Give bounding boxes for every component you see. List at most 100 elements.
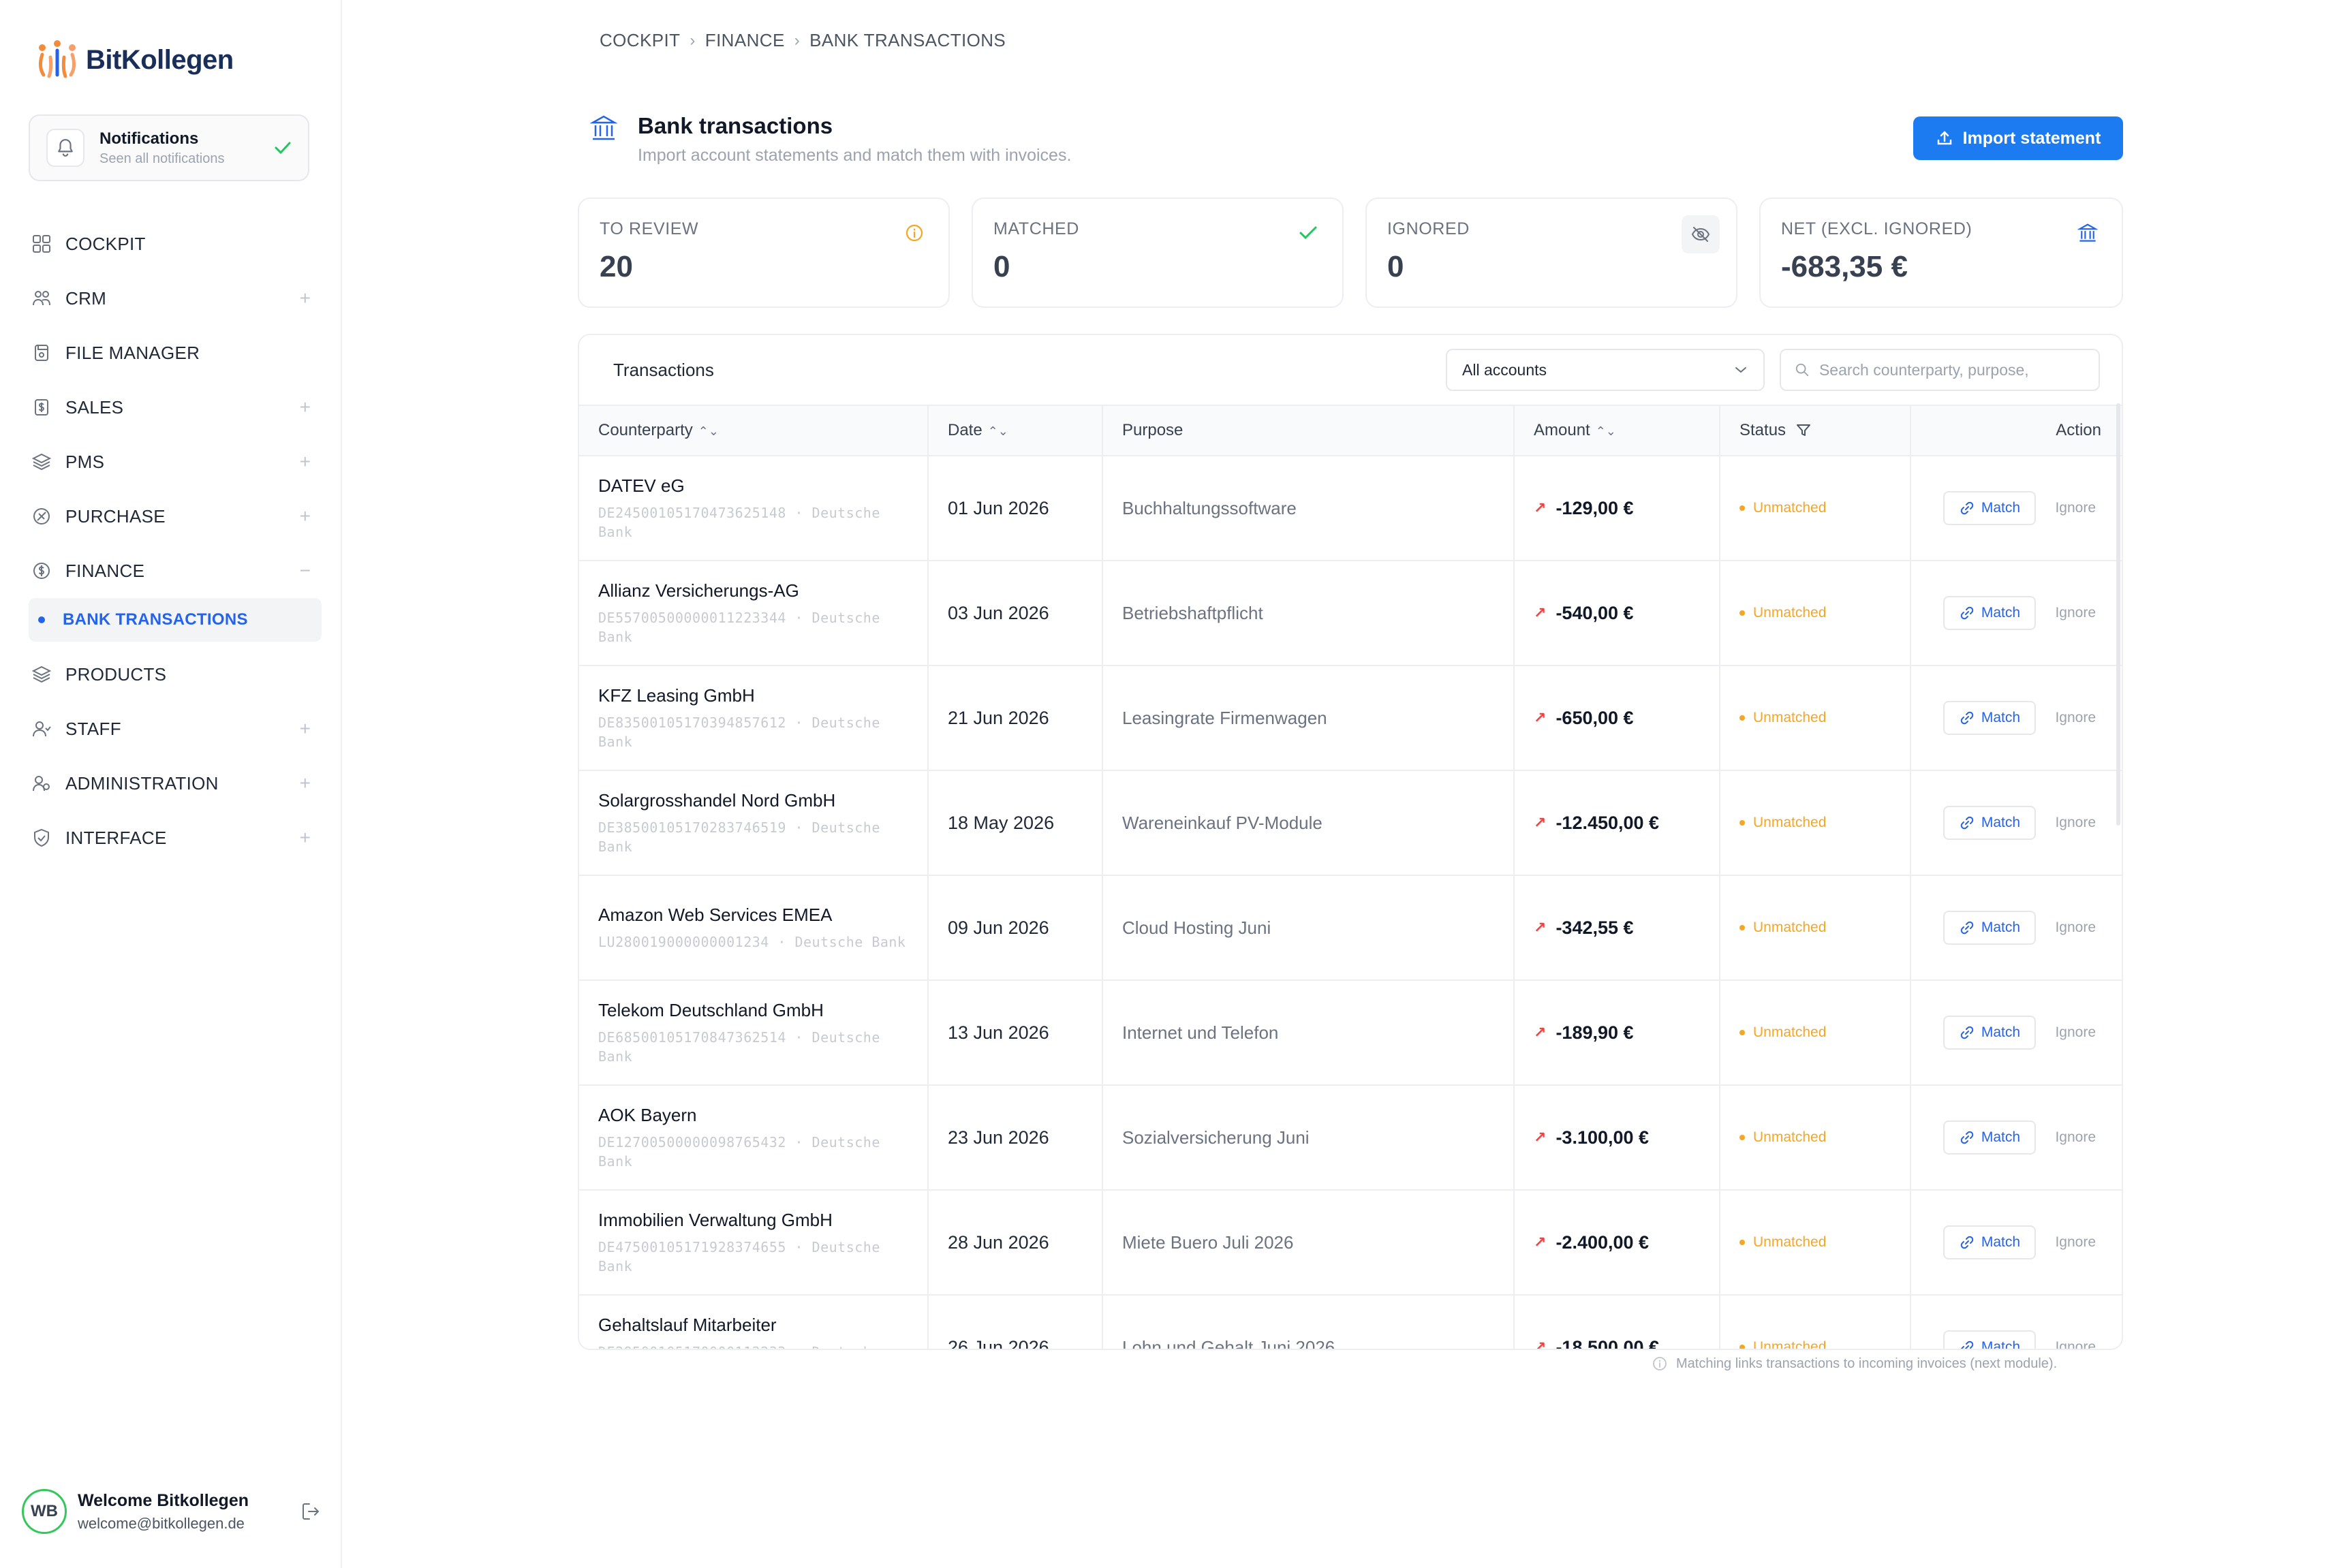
logout-icon[interactable] xyxy=(300,1501,322,1522)
brand-logo[interactable]: BitKollegen xyxy=(35,40,234,80)
table-row[interactable]: Solargrosshandel Nord GmbH DE38500105170… xyxy=(579,770,2122,875)
cell-status: Unmatched xyxy=(1720,1085,1911,1190)
ignore-button[interactable]: Ignore xyxy=(2055,710,2096,726)
cell-date: 23 Jun 2026 xyxy=(928,1085,1103,1190)
table-row[interactable]: Telekom Deutschland GmbH DE6850010517084… xyxy=(579,980,2122,1085)
account-filter-select[interactable]: All accounts xyxy=(1446,349,1765,391)
table-row[interactable]: DATEV eG DE24500105170473625148 · Deutsc… xyxy=(579,456,2122,561)
sidebar-item-administration[interactable]: ADMINISTRATION + xyxy=(29,756,322,811)
link-icon xyxy=(1960,921,1974,935)
ignore-button[interactable]: Ignore xyxy=(2055,1129,2096,1146)
sidebar-item-file-manager[interactable]: FILE MANAGER xyxy=(29,326,322,380)
ignore-button[interactable]: Ignore xyxy=(2055,605,2096,621)
expand-icon[interactable]: + xyxy=(296,287,315,309)
cell-amount: ↗ -540,00 € xyxy=(1514,561,1720,665)
table-row[interactable]: Amazon Web Services EMEA LU2800190000000… xyxy=(579,875,2122,980)
counterparty-iban: DE38500105170283746519 · Deutsche Bank xyxy=(598,819,880,855)
cell-status: Unmatched xyxy=(1720,561,1911,665)
eye-off-icon xyxy=(1682,215,1720,253)
table-scrollbar[interactable] xyxy=(2116,403,2120,826)
grid-icon xyxy=(33,235,50,253)
expand-icon[interactable]: + xyxy=(296,827,315,849)
cell-date: 13 Jun 2026 xyxy=(928,980,1103,1085)
stack-icon xyxy=(31,665,52,683)
ignore-button[interactable]: Ignore xyxy=(2055,1339,2096,1349)
arrow-up-right-icon: ↗ xyxy=(1534,919,1547,936)
sidebar-item-products[interactable]: PRODUCTS xyxy=(29,647,322,702)
status-badge: Unmatched xyxy=(1739,1234,1891,1251)
cell-amount: ↗ -3.100,00 € xyxy=(1514,1085,1720,1190)
cell-status: Unmatched xyxy=(1720,770,1911,875)
column-counterparty[interactable]: Counterparty ⌃⌄ xyxy=(579,405,929,456)
avatar[interactable]: WB xyxy=(22,1489,67,1534)
match-button[interactable]: Match xyxy=(1943,806,2037,840)
column-date[interactable]: Date ⌃⌄ xyxy=(928,405,1103,456)
breadcrumb-finance[interactable]: FINANCE xyxy=(705,30,785,51)
table-row[interactable]: Immobilien Verwaltung GmbH DE47500105171… xyxy=(579,1190,2122,1295)
sidebar-item-cockpit[interactable]: COCKPIT xyxy=(29,217,322,271)
files-icon xyxy=(35,345,48,361)
column-amount[interactable]: Amount ⌃⌄ xyxy=(1514,405,1720,456)
sidebar-item-purchase[interactable]: PURCHASE + xyxy=(29,489,322,544)
account-filter-value: All accounts xyxy=(1462,360,1547,379)
match-button[interactable]: Match xyxy=(1943,1120,2037,1155)
sidebar-item-finance[interactable]: FINANCE − xyxy=(29,544,322,598)
table-row[interactable]: KFZ Leasing GmbH DE83500105170394857612 … xyxy=(579,665,2122,770)
sidebar-subitem-bank-transactions[interactable]: BANK TRANSACTIONS xyxy=(29,598,322,642)
match-button[interactable]: Match xyxy=(1943,1330,2037,1349)
staff-icon xyxy=(33,721,51,737)
sidebar-item-label: COCKPIT xyxy=(65,233,146,254)
info-circle-icon xyxy=(901,219,928,247)
search-input[interactable] xyxy=(1819,360,2085,379)
cell-purpose: Buchhaltungssoftware xyxy=(1102,456,1515,561)
column-status[interactable]: Status xyxy=(1720,405,1911,456)
cell-status: Unmatched xyxy=(1720,665,1911,770)
match-button[interactable]: Match xyxy=(1943,701,2037,735)
counterparty-name: Amazon Web Services EMEA xyxy=(598,904,833,925)
notifications-card[interactable]: Notifications Seen all notifications xyxy=(29,114,309,181)
transaction-date: 23 Jun 2026 xyxy=(948,1127,1049,1148)
sidebar-item-sales[interactable]: SALES + xyxy=(29,380,322,435)
status-dot xyxy=(1739,1135,1745,1140)
arrow-up-right-icon: ↗ xyxy=(1534,814,1547,831)
status-text: Unmatched xyxy=(1753,1129,1827,1145)
cell-purpose: Lohn und Gehalt Juni 2026 xyxy=(1102,1295,1515,1349)
table-row[interactable]: Allianz Versicherungs-AG DE5570050000001… xyxy=(579,561,2122,665)
notifications-subtitle: Seen all notifications xyxy=(99,151,225,166)
link-icon xyxy=(1960,1026,1974,1039)
expand-icon[interactable]: + xyxy=(296,718,315,740)
match-button[interactable]: Match xyxy=(1943,911,2037,945)
cell-purpose: Cloud Hosting Juni xyxy=(1102,875,1515,980)
table-row[interactable]: Gehaltslauf Mitarbeiter DE29500105170000… xyxy=(579,1295,2122,1349)
ignore-button[interactable]: Ignore xyxy=(2055,500,2096,516)
link-icon xyxy=(1960,1236,1974,1249)
import-statement-button[interactable]: Import statement xyxy=(1913,116,2123,160)
search-field[interactable] xyxy=(1780,349,2100,391)
cell-date: 09 Jun 2026 xyxy=(928,875,1103,980)
match-button[interactable]: Match xyxy=(1943,596,2037,630)
collapse-icon[interactable]: − xyxy=(296,560,315,582)
expand-icon[interactable]: + xyxy=(296,772,315,794)
sidebar-item-crm[interactable]: CRM + xyxy=(29,271,322,326)
cell-counterparty: Gehaltslauf Mitarbeiter DE29500105170000… xyxy=(579,1295,929,1349)
match-button[interactable]: Match xyxy=(1943,491,2037,525)
expand-icon[interactable]: + xyxy=(296,505,315,527)
match-button[interactable]: Match xyxy=(1943,1225,2037,1259)
status-text: Unmatched xyxy=(1753,815,1827,830)
ignore-button[interactable]: Ignore xyxy=(2055,1024,2096,1041)
breadcrumb-cockpit[interactable]: COCKPIT xyxy=(600,30,680,51)
table-row[interactable]: AOK Bayern DE12700500000098765432 · Deut… xyxy=(579,1085,2122,1190)
expand-icon[interactable]: + xyxy=(296,396,315,418)
filter-icon[interactable] xyxy=(1796,424,1811,437)
expand-icon[interactable]: + xyxy=(296,451,315,473)
ignore-button[interactable]: Ignore xyxy=(2055,815,2096,831)
counterparty-iban: DE83500105170394857612 · Deutsche Bank xyxy=(598,714,880,750)
ignore-button[interactable]: Ignore xyxy=(2055,1234,2096,1251)
match-button[interactable]: Match xyxy=(1943,1016,2037,1050)
ignore-button[interactable]: Ignore xyxy=(2055,920,2096,936)
sidebar-item-staff[interactable]: STAFF + xyxy=(29,702,322,756)
sidebar-item-interface[interactable]: INTERFACE + xyxy=(29,811,322,865)
sort-icon: ⌃⌄ xyxy=(698,424,719,438)
sidebar-item-pms[interactable]: PMS + xyxy=(29,435,322,489)
counterparty-name: Gehaltslauf Mitarbeiter xyxy=(598,1314,777,1335)
